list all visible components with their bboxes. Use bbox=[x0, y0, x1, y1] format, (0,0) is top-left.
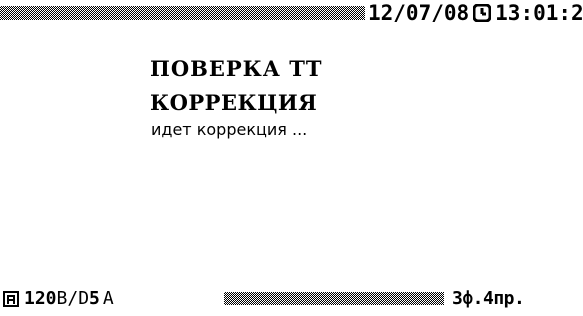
progress-status-text: идет коррекция ... bbox=[151, 120, 308, 139]
current-prefix: D bbox=[78, 287, 90, 309]
connection-scheme: 3ф.4пр. bbox=[452, 287, 525, 309]
page-subtitle: КОРРЕКЦИЯ bbox=[150, 90, 318, 115]
time-text: 13:01:20 bbox=[495, 1, 583, 25]
bottom-status-bar: 120 В / D 5 А 3ф.4пр. bbox=[0, 287, 583, 311]
date-text: 12/07/08 bbox=[368, 1, 470, 25]
current-unit: А bbox=[102, 287, 114, 309]
bottom-status-hatch bbox=[224, 292, 444, 305]
voltage-value: 120 bbox=[24, 287, 57, 309]
current-value: 5 bbox=[89, 287, 100, 309]
voltage-unit: В bbox=[56, 287, 68, 309]
datetime-display: 12/07/08 13:01:20 bbox=[368, 1, 583, 25]
top-status-hatch bbox=[0, 6, 365, 20]
top-status-bar: 12/07/08 13:01:20 bbox=[0, 0, 583, 27]
page-title: ПОВЕРКА ТТ bbox=[150, 56, 323, 81]
clock-icon bbox=[473, 4, 492, 22]
mode-a-icon bbox=[3, 291, 19, 307]
range-separator: / bbox=[67, 287, 79, 309]
range-label: 120 В / D 5 А bbox=[24, 287, 114, 309]
